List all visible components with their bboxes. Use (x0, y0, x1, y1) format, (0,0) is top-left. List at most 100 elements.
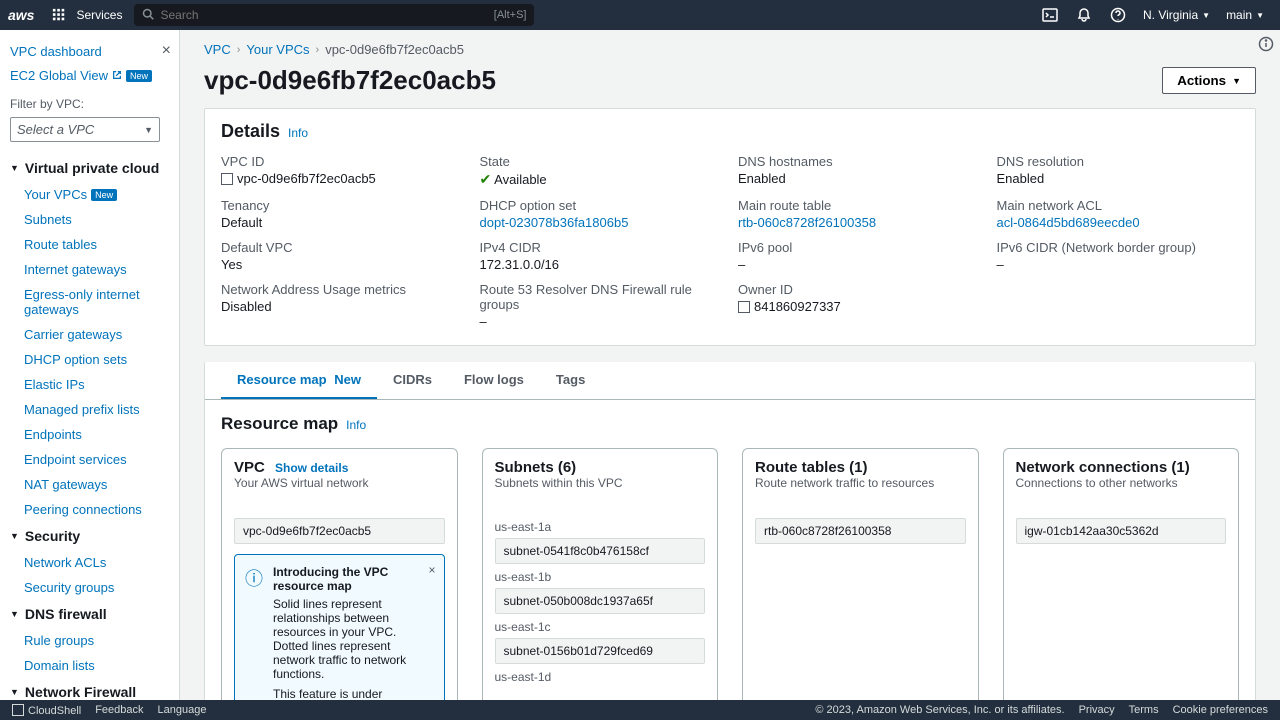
collapse-triangle-icon: ▼ (10, 163, 19, 173)
detail-tabs: Resource map New CIDRs Flow logs Tags (205, 362, 1255, 400)
map-vpc-chip[interactable]: vpc-0d9e6fb7f2ec0acb5 (234, 518, 445, 544)
intro-callout: ⓘ Introducing the VPC resource map Solid… (234, 554, 445, 700)
label-default-vpc: Default VPC (221, 240, 464, 255)
aws-logo[interactable]: aws (8, 7, 34, 23)
breadcrumb-vpc[interactable]: VPC (204, 42, 231, 57)
value-vpc-id: vpc-0d9e6fb7f2ec0acb5 (221, 171, 464, 186)
vpc-dashboard-link[interactable]: VPC dashboard (10, 44, 102, 59)
nav-elastic-ips[interactable]: Elastic IPs (10, 372, 179, 397)
footer-terms[interactable]: Terms (1129, 704, 1159, 716)
section-security[interactable]: ▼ Security (10, 522, 179, 550)
map-vpc-title: VPC (234, 459, 265, 476)
section-network-firewall[interactable]: ▼ Network Firewall (10, 678, 179, 700)
footer-privacy[interactable]: Privacy (1079, 704, 1115, 716)
services-menu[interactable]: Services (76, 8, 122, 22)
info-link[interactable]: Info (346, 418, 366, 432)
resource-tabs-panel: Resource map New CIDRs Flow logs Tags Re… (204, 362, 1256, 700)
account-menu[interactable]: main▼ (1226, 8, 1264, 22)
new-badge: New (334, 372, 361, 387)
footer-cloudshell[interactable]: CloudShell (12, 704, 81, 717)
dismiss-callout-icon[interactable]: × (428, 563, 435, 577)
info-panel-toggle-icon[interactable] (1252, 30, 1280, 58)
section-virtual-private-cloud[interactable]: ▼ Virtual private cloud (10, 154, 179, 182)
value-state: ✔ Available (480, 171, 723, 188)
new-badge: New (91, 189, 117, 201)
label-owner-id: Owner ID (738, 282, 981, 297)
link-net-acl[interactable]: acl-0864d5bd689eecde0 (997, 215, 1140, 230)
value-net-addr: Disabled (221, 299, 464, 314)
label-net-addr: Network Address Usage metrics (221, 282, 464, 297)
vpc-filter-select[interactable]: Select a VPC ▼ (10, 117, 160, 142)
map-col-vpc: VPC Show details Your AWS virtual networ… (221, 448, 458, 700)
value-ipv4-cidr: 172.31.0.0/16 (480, 257, 723, 272)
caret-down-icon: ▼ (144, 125, 153, 135)
map-netconn-sub: Connections to other networks (1016, 476, 1227, 490)
map-subnets-title: Subnets (6) (495, 459, 706, 476)
global-search[interactable]: [Alt+S] (134, 4, 534, 26)
breadcrumb-your-vpcs[interactable]: Your VPCs (246, 42, 309, 57)
footer-language[interactable]: Language (158, 704, 207, 717)
nav-security-groups[interactable]: Security groups (10, 575, 179, 600)
global-footer: CloudShell Feedback Language © 2023, Ama… (0, 700, 1280, 720)
copy-icon[interactable] (738, 301, 750, 313)
info-link[interactable]: Info (288, 126, 308, 140)
map-col-network-connections: Network connections (1) Connections to o… (1003, 448, 1240, 700)
nav-subnets[interactable]: Subnets (10, 207, 179, 232)
route-table-chip[interactable]: rtb-060c8728f26100358 (755, 518, 966, 544)
value-ipv6-pool: – (738, 257, 981, 272)
subnet-chip[interactable]: subnet-0156b01d729fced69 (495, 638, 706, 664)
igw-chip[interactable]: igw-01cb142aa30c5362d (1016, 518, 1227, 544)
link-route-table[interactable]: rtb-060c8728f26100358 (738, 215, 876, 230)
nav-rule-groups[interactable]: Rule groups (10, 628, 179, 653)
nav-your-vpcs[interactable]: Your VPCs New (10, 182, 179, 207)
value-ipv6-cidr: – (997, 257, 1240, 272)
label-dns-res: DNS resolution (997, 154, 1240, 169)
subnet-chip[interactable]: subnet-0541f8c0b476158cf (495, 538, 706, 564)
label-ipv4-cidr: IPv4 CIDR (480, 240, 723, 255)
notifications-icon[interactable] (1075, 6, 1093, 24)
callout-body: Solid lines represent relationships betw… (273, 597, 434, 681)
nav-network-acls[interactable]: Network ACLs (10, 550, 179, 575)
help-icon[interactable] (1109, 6, 1127, 24)
region-selector[interactable]: N. Virginia▼ (1143, 8, 1210, 22)
section-dns-firewall[interactable]: ▼ DNS firewall (10, 600, 179, 628)
nav-peering-connections[interactable]: Peering connections (10, 497, 179, 522)
map-netconn-title: Network connections (1) (1016, 459, 1227, 476)
cloudshell-icon[interactable] (1041, 6, 1059, 24)
footer-feedback[interactable]: Feedback (95, 704, 143, 717)
nav-route-tables[interactable]: Route tables (10, 232, 179, 257)
nav-managed-prefix-lists[interactable]: Managed prefix lists (10, 397, 179, 422)
copy-icon[interactable] (221, 173, 233, 185)
search-input[interactable] (160, 8, 493, 22)
new-badge: New (126, 70, 152, 82)
show-details-link[interactable]: Show details (275, 461, 348, 475)
nav-endpoint-services[interactable]: Endpoint services (10, 447, 179, 472)
tab-flow-logs[interactable]: Flow logs (448, 362, 540, 399)
nav-internet-gateways[interactable]: Internet gateways (10, 257, 179, 282)
resource-map-heading: Resource map (221, 414, 338, 434)
nav-nat-gateways[interactable]: NAT gateways (10, 472, 179, 497)
service-nav-sidebar: VPC dashboard × EC2 Global View New Filt… (0, 30, 180, 700)
nav-domain-lists[interactable]: Domain lists (10, 653, 179, 678)
map-col-subnets: Subnets (6) Subnets within this VPC us-e… (482, 448, 719, 700)
tab-cidrs[interactable]: CIDRs (377, 362, 448, 399)
tab-resource-map[interactable]: Resource map New (221, 362, 377, 399)
ec2-global-view-link[interactable]: EC2 Global View (10, 68, 108, 83)
callout-body2: This feature is under (273, 687, 434, 700)
tab-tags[interactable]: Tags (540, 362, 601, 399)
label-tenancy: Tenancy (221, 198, 464, 213)
subnet-chip[interactable]: subnet-050b008dc1937a65f (495, 588, 706, 614)
external-link-icon (112, 68, 122, 83)
collapse-sidebar-icon[interactable]: × (162, 42, 171, 60)
actions-button[interactable]: Actions ▼ (1162, 67, 1256, 94)
nav-carrier-gateways[interactable]: Carrier gateways (10, 322, 179, 347)
details-panel: Details Info VPC ID vpc-0d9e6fb7f2ec0acb… (204, 108, 1256, 346)
footer-cookie-prefs[interactable]: Cookie preferences (1173, 704, 1268, 716)
link-dhcp-set[interactable]: dopt-023078b36fa1806b5 (480, 215, 629, 230)
nav-dhcp-option-sets[interactable]: DHCP option sets (10, 347, 179, 372)
services-grid-icon[interactable] (50, 6, 68, 24)
label-ipv6-cidr: IPv6 CIDR (Network border group) (997, 240, 1240, 255)
nav-egress-gateways[interactable]: Egress-only internet gateways (10, 282, 179, 322)
collapse-triangle-icon: ▼ (10, 531, 19, 541)
nav-endpoints[interactable]: Endpoints (10, 422, 179, 447)
